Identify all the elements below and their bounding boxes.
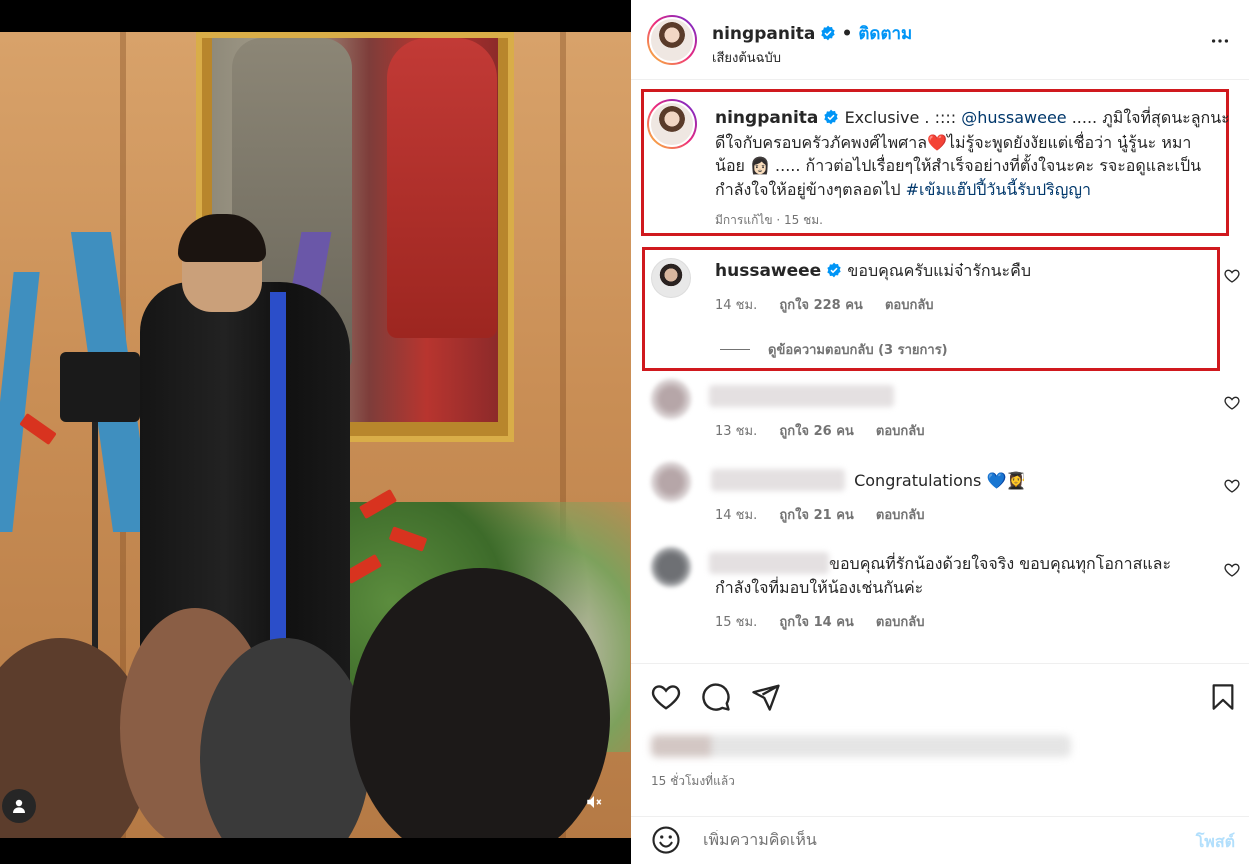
caption-text: ไม่รู้จะพูดยังงัยแต่เชื่อว่า นู๋รู้นะ หม… [947, 132, 1192, 152]
comment-like-button[interactable] [1224, 268, 1240, 288]
comment-reply-button[interactable]: ตอบกลับ [876, 424, 925, 439]
comment-time[interactable]: 15 ชม. [715, 615, 757, 630]
caption-avatar[interactable] [647, 99, 697, 149]
mention-link[interactable]: @hussaweee [961, 108, 1066, 127]
view-replies-button[interactable]: ดูข้อความตอบกลับ (3 รายการ) [720, 339, 948, 360]
post-comment-button[interactable]: โพสต์ [1196, 830, 1235, 855]
comment-3-meta: 14 ชม. ถูกใจ 21 คน ตอบกลับ [715, 504, 943, 525]
comment-1-meta: 14 ชม. ถูกใจ 228 คน ตอบกลับ [715, 294, 952, 315]
commenter-avatar[interactable] [651, 379, 691, 419]
save-button[interactable] [1209, 682, 1237, 716]
view-replies-label[interactable]: ดูข้อความตอบกลับ (3 รายการ) [768, 339, 948, 360]
comment-likes[interactable]: ถูกใจ 228 คน [779, 298, 862, 313]
comment-4: ขอบคุณที่รักน้องด้วยใจจริง ขอบคุณทุกโอกา… [709, 552, 1209, 599]
comment-like-button[interactable] [1224, 478, 1240, 498]
heart-icon [1224, 396, 1240, 410]
flag [0, 272, 40, 532]
comment-2 [709, 385, 894, 409]
comment-text: ขอบคุณครับแม่จ๋ารักนะคืบ [847, 261, 1031, 280]
emoji-button[interactable] [651, 825, 681, 859]
comment-button[interactable] [701, 682, 731, 716]
post-video[interactable] [0, 0, 631, 864]
like-button[interactable] [651, 682, 681, 716]
comment-reply-button[interactable]: ตอบกลับ [876, 615, 925, 630]
user-tag-icon [13, 799, 25, 813]
caption-meta: มีการแก้ไข · 15 ชม. [715, 213, 823, 227]
replies-divider [720, 349, 750, 350]
caption-text: ..... ก้าวต่อไปเรื่อยๆให้สำเร็จอย่างที่ต… [769, 156, 1202, 175]
comment-icon [702, 683, 730, 711]
author-username[interactable]: ningpanita [712, 24, 815, 44]
caption-text: ดีใจกับครอบครัวภัคพงศ์ไพศาล [715, 132, 928, 152]
post-time-ago[interactable]: 15 ชั่วโมงที่แล้ว [651, 772, 735, 791]
more-options-button[interactable] [1209, 30, 1231, 56]
comment-3: Congratulations 💙👩‍🎓 [711, 469, 1026, 493]
share-icon [752, 684, 780, 711]
comment-likes[interactable]: ถูกใจ 26 คน [779, 424, 853, 439]
audience-head [350, 568, 610, 838]
comment-4-meta: 15 ชม. ถูกใจ 14 คน ตอบกลับ [715, 611, 943, 632]
commenter-avatar[interactable] [651, 547, 691, 587]
blurred-username[interactable] [709, 385, 894, 407]
blurred-username[interactable] [709, 552, 829, 574]
caption-text: กำลังใจให้อยู่ข้างๆตลอดไป [715, 179, 906, 199]
blurred-likes-line [651, 735, 1071, 757]
girl-emoji: 👩🏻 [750, 156, 770, 175]
instagram-post-window: ningpanita • ติดตาม เสียงต้นฉบับ ningpan… [0, 0, 1249, 864]
comment-like-button[interactable] [1224, 562, 1240, 582]
caption-text: น้อย [715, 156, 751, 175]
emoji-icon [652, 826, 680, 854]
commenter-avatar[interactable] [651, 462, 691, 502]
comment-input[interactable] [703, 830, 1123, 849]
post-details-panel: ningpanita • ติดตาม เสียงต้นฉบับ ningpan… [631, 0, 1249, 864]
comment-reply-button[interactable]: ตอบกลับ [885, 298, 934, 313]
caption-username[interactable]: ningpanita [715, 108, 818, 128]
comment-1: hussaweee ขอบคุณครับแม่จ๋ารักนะคืบ [715, 259, 1031, 284]
video-camera [60, 352, 140, 422]
share-button[interactable] [751, 682, 781, 716]
heart-icon [1224, 479, 1240, 493]
comment-reply-button[interactable]: ตอบกลับ [876, 508, 925, 523]
more-options-icon [1211, 39, 1229, 43]
heart-icon [1224, 563, 1240, 577]
post-caption: ningpanita Exclusive . :::: @hussaweee .… [715, 106, 1230, 201]
caption-text: Exclusive . :::: [844, 108, 962, 127]
muted-speaker-icon [587, 796, 602, 808]
comment-time[interactable]: 14 ชม. [715, 298, 757, 313]
follow-button[interactable]: ติดตาม [858, 24, 912, 44]
comment-time[interactable]: 13 ชม. [715, 424, 757, 439]
comment-username[interactable]: hussaweee [715, 261, 821, 281]
heart-icon [1224, 269, 1240, 283]
comment-text: Congratulations 💙👩‍🎓 [854, 471, 1027, 490]
heart-icon [651, 685, 681, 710]
blurred-username[interactable] [711, 469, 845, 491]
comment-text: ขอบคุณที่รักน้องด้วยใจจริง ขอบคุณทุกโอกา… [829, 554, 1172, 573]
verified-badge-icon [824, 109, 839, 125]
separator-dot: • [841, 24, 859, 44]
commenter-avatar[interactable] [651, 258, 691, 298]
post-header: ningpanita • ติดตาม เสียงต้นฉบับ [631, 0, 1249, 80]
author-avatar[interactable] [647, 15, 697, 65]
bookmark-icon [1212, 684, 1234, 710]
verified-badge-icon [827, 262, 841, 278]
user-tag-button[interactable] [2, 789, 36, 823]
verified-badge-icon [821, 25, 836, 41]
video-frame [0, 32, 631, 838]
comment-like-button[interactable] [1224, 395, 1240, 415]
caption-text: ..... ภูมิใจที่สุดนะลูกนะ [1066, 108, 1230, 127]
comment-2-meta: 13 ชม. ถูกใจ 26 คน ตอบกลับ [715, 420, 943, 441]
heart-emoji: ❤️ [927, 132, 947, 152]
author-line: ningpanita • ติดตาม [712, 20, 912, 47]
comment-likes[interactable]: ถูกใจ 21 คน [779, 508, 853, 523]
comment-likes[interactable]: ถูกใจ 14 คน [779, 615, 853, 630]
audience [0, 568, 631, 838]
mute-toggle-button[interactable] [578, 786, 610, 818]
hashtag-link[interactable]: #เข้มแฮ๊ปปี้วันนี้รับปริญญา [906, 180, 1091, 199]
comment-time[interactable]: 14 ชม. [715, 508, 757, 523]
audio-label[interactable]: เสียงต้นฉบับ [712, 47, 781, 68]
flower [19, 412, 57, 446]
comment-text: กำลังใจที่มอบให้น้องเช่นกันค่ะ [715, 577, 924, 597]
